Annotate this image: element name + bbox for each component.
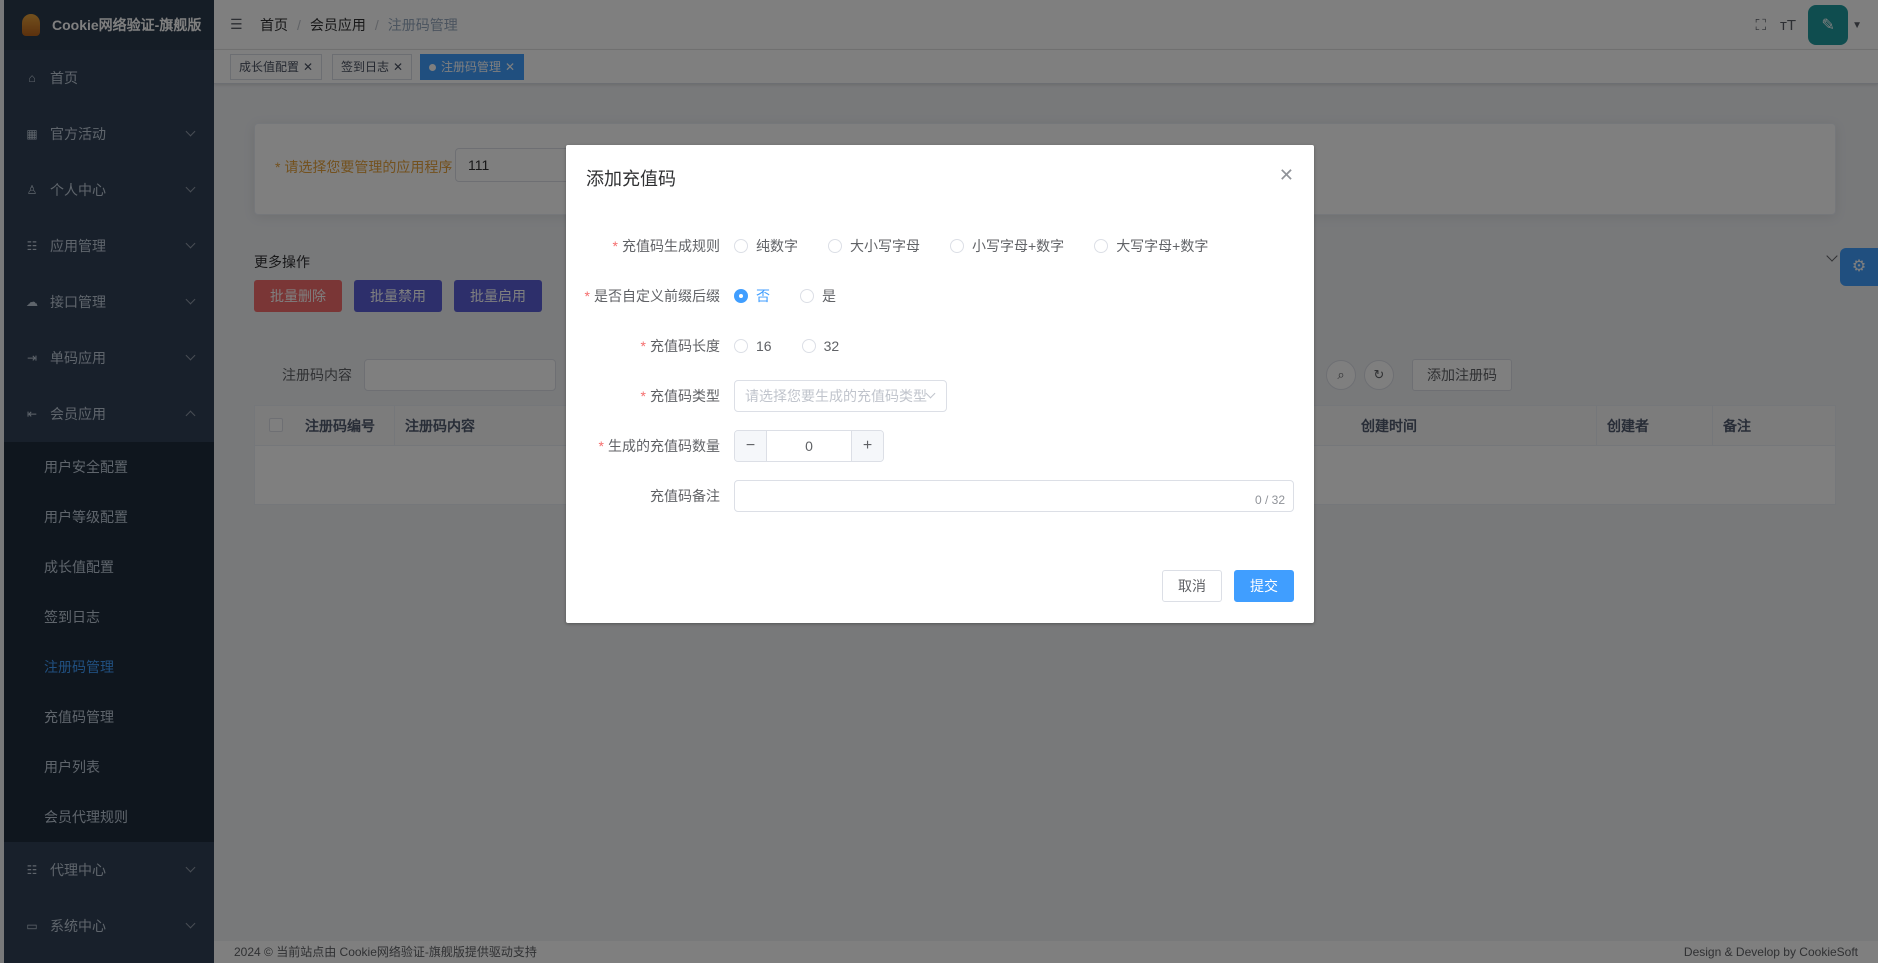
length-radio-group: 16 32 xyxy=(734,330,869,362)
radio-length-16[interactable]: 16 xyxy=(734,338,772,354)
form-row-type: * 充值码类型 请选择您要生成的充值码类型 xyxy=(566,380,1314,412)
plus-icon[interactable]: + xyxy=(851,431,883,461)
remark-wrapper: 0 / 32 xyxy=(734,480,1294,512)
close-icon[interactable]: ✕ xyxy=(1279,165,1294,186)
minus-icon[interactable]: − xyxy=(735,431,767,461)
quantity-value[interactable]: 0 xyxy=(767,431,851,461)
form-row-count: * 生成的充值码数量 − 0 + xyxy=(566,430,1314,462)
radio-circle xyxy=(1094,239,1109,253)
radio-prefix-yes[interactable]: 是 xyxy=(800,286,836,306)
prefix-radio-group: 否 是 xyxy=(734,280,866,312)
rule-radio-group: 纯数字 大小写字母 小写字母+数字 大写字母+数字 xyxy=(734,230,1238,262)
remark-textarea[interactable]: 0 / 32 xyxy=(734,480,1294,512)
form-label: * 生成的充值码数量 xyxy=(598,438,720,454)
radio-circle xyxy=(950,239,964,253)
radio-circle xyxy=(734,289,748,303)
form-row-prefix: * 是否自定义前缀后缀 否 是 xyxy=(566,280,1314,312)
form-label: * 是否自定义前缀后缀 xyxy=(584,288,720,304)
form-label: * 充值码长度 xyxy=(640,338,720,354)
form-row-length: * 充值码长度 16 32 xyxy=(566,330,1314,362)
submit-button[interactable]: 提交 xyxy=(1234,570,1294,602)
form-row-rule: * 充值码生成规则 纯数字 大小写字母 小写字母+数字 大写字母+数字 xyxy=(566,230,1314,262)
char-counter: 0 / 32 xyxy=(1254,493,1285,507)
radio-prefix-no[interactable]: 否 xyxy=(734,286,770,306)
form-row-remark: 充值码备注 0 / 32 xyxy=(566,480,1314,512)
count-stepper-wrapper: − 0 + xyxy=(734,430,884,462)
radio-circle xyxy=(734,239,748,253)
chevron-down-icon xyxy=(925,388,936,399)
radio-lower-digits[interactable]: 小写字母+数字 xyxy=(950,236,1064,256)
add-recharge-code-dialog: 添加充值码 ✕ * 充值码生成规则 纯数字 大小写字母 小写字母+数字 大写字母+… xyxy=(566,145,1314,623)
radio-upper-digits[interactable]: 大写字母+数字 xyxy=(1094,236,1208,256)
radio-numeric[interactable]: 纯数字 xyxy=(734,236,798,256)
radio-circle xyxy=(734,339,748,353)
dialog-title: 添加充值码 xyxy=(586,169,676,189)
radio-circle xyxy=(828,239,842,253)
radio-circle xyxy=(800,289,814,303)
type-select[interactable]: 请选择您要生成的充值码类型 xyxy=(734,380,947,412)
radio-length-32[interactable]: 32 xyxy=(801,338,839,354)
form-label: 充值码备注 xyxy=(650,488,720,504)
quantity-stepper: − 0 + xyxy=(734,430,884,462)
radio-circle xyxy=(801,339,816,353)
cancel-button[interactable]: 取消 xyxy=(1162,570,1222,602)
form-label: * 充值码生成规则 xyxy=(612,238,720,254)
form-label: * 充值码类型 xyxy=(640,388,720,404)
type-select-wrapper: 请选择您要生成的充值码类型 xyxy=(734,380,947,412)
radio-mixed-case[interactable]: 大小写字母 xyxy=(828,236,920,256)
